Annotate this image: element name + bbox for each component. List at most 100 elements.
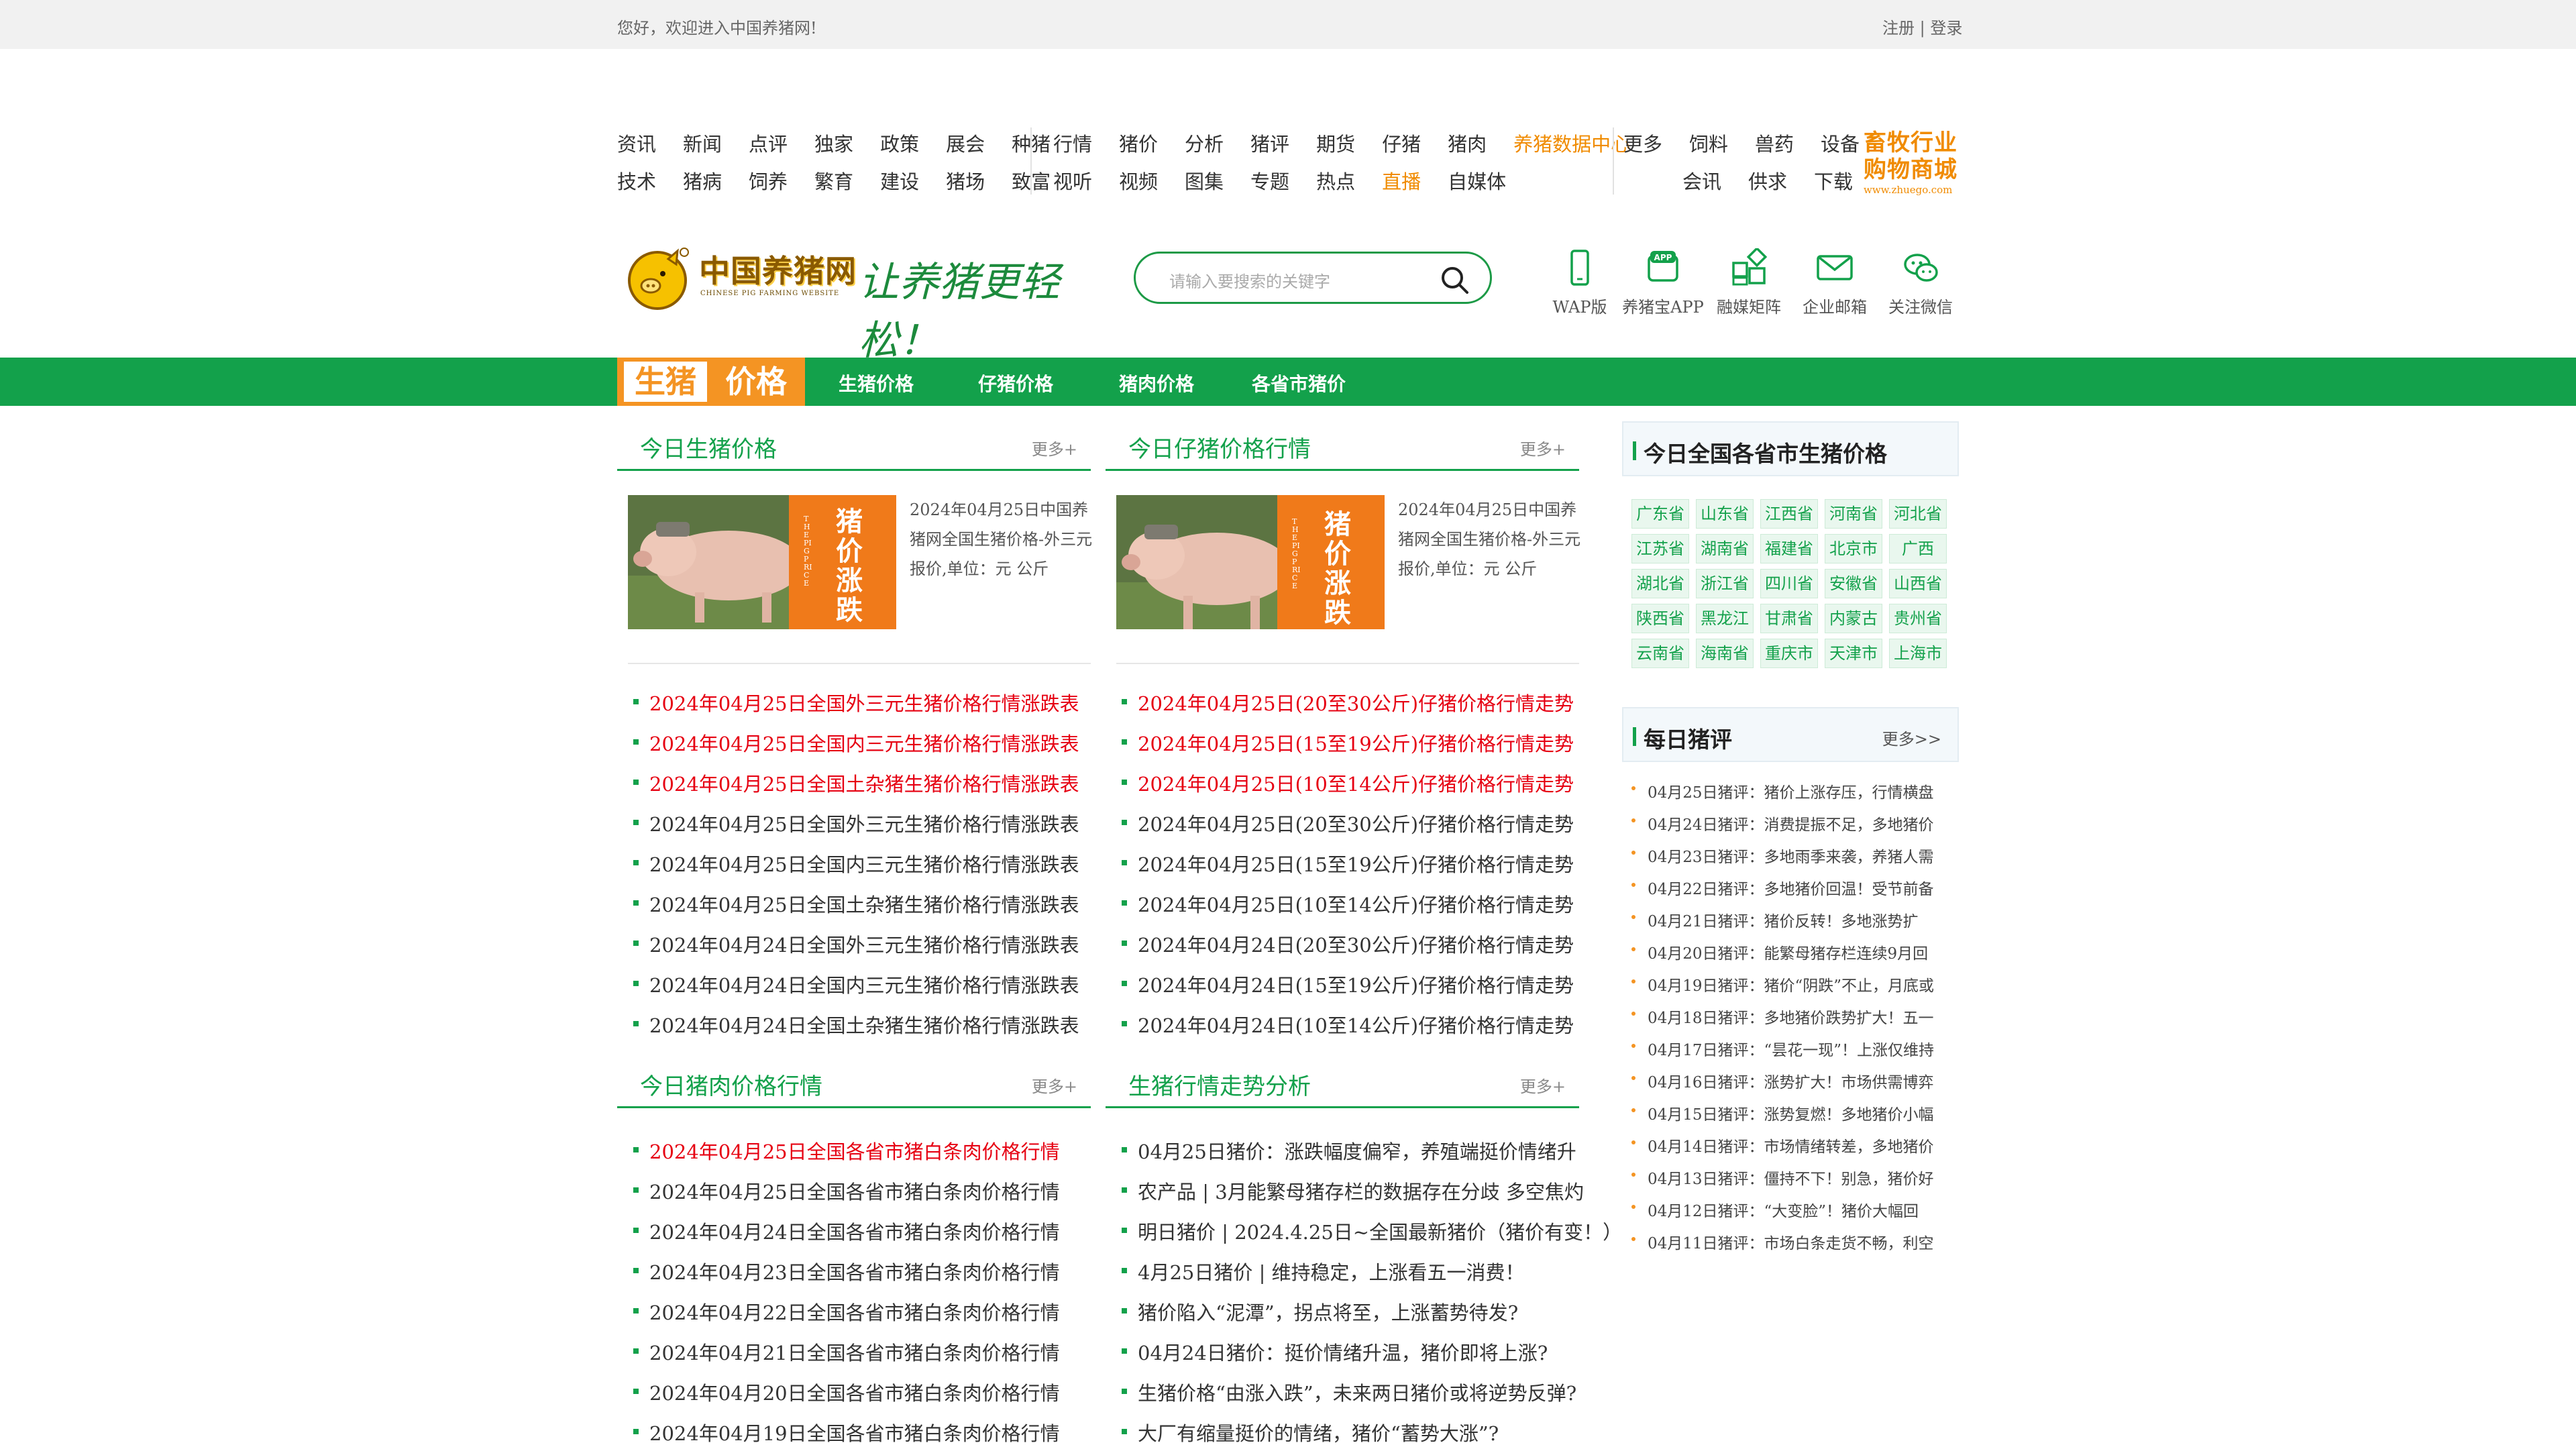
province-link[interactable]: 江西省 [1760,499,1818,529]
list-item[interactable]: 2024年04月25日(20至30公斤)仔猪价格行情走势 [1122,805,1578,845]
site-logo[interactable]: 中国养猪网 CHINESE PIG FARMING WEBSITE 让养猪更轻松… [624,241,1087,364]
province-link[interactable]: 云南省 [1631,639,1689,668]
list-item[interactable]: 2024年04月24日(10至14公斤)仔猪价格行情走势 [1122,1006,1578,1046]
pig-price-image[interactable]: 猪价涨跌 THE PIG PRICE [628,495,896,629]
province-link[interactable]: 江苏省 [1631,534,1689,564]
nav-link-live[interactable]: 直播 [1382,166,1421,195]
list-item[interactable]: 2024年04月25日全国内三元生猪价格行情涨跌表 [633,724,1089,765]
list-item[interactable]: 猪价陷入“泥潭”，拐点将至，上涨蓄势待发? [1122,1293,1585,1334]
province-link[interactable]: 山西省 [1889,569,1947,598]
comment-item[interactable]: 04月15日猪评：涨势复燃！多地猪价小幅 [1631,1096,1947,1128]
nav-link[interactable]: 饲料 [1689,129,1728,157]
list-item[interactable]: 2024年04月25日全国土杂猪生猪价格行情涨跌表 [633,885,1089,926]
comment-item[interactable]: 04月17日猪评：“昙花一现”！上涨仅维持 [1631,1032,1947,1064]
tool-app[interactable]: APP 养猪宝APP [1619,248,1707,317]
nav-link[interactable]: 行情 [1053,129,1092,157]
search-icon[interactable] [1439,264,1470,295]
list-item[interactable]: 生猪价格“由涨入跌”，未来两日猪价或将逆势反弹? [1122,1374,1585,1414]
province-link[interactable]: 内蒙古 [1825,604,1882,633]
list-item[interactable]: 农产品 | 3月能繁母猪存栏的数据存在分歧 多空焦灼 [1122,1173,1585,1213]
nav-link[interactable]: 政策 [880,129,919,157]
nav-link[interactable]: 猪价 [1119,129,1158,157]
comment-item[interactable]: 04月13日猪评：僵持不下！别急，猪价好 [1631,1161,1947,1193]
more-link[interactable]: 更多+ [1032,1073,1077,1097]
list-item[interactable]: 2024年04月25日(20至30公斤)仔猪价格行情走势 [1122,684,1578,724]
comment-item[interactable]: 04月20日猪评：能繁母猪存栏连续9月回 [1631,935,1947,967]
list-item[interactable]: 2024年04月25日全国内三元生猪价格行情涨跌表 [633,845,1089,885]
login-link[interactable]: 登录 [1930,19,1962,38]
nav-link[interactable]: 更多 [1623,129,1662,157]
comment-item[interactable]: 04月19日猪评：猪价“阴跌”不止，月底或 [1631,967,1947,1000]
nav-link[interactable]: 猪场 [946,166,985,195]
list-item[interactable]: 2024年04月25日(15至19公斤)仔猪价格行情走势 [1122,724,1578,765]
tool-wap[interactable]: WAP版 [1536,248,1623,317]
search-box[interactable]: 请输入要搜索的关键字 [1134,252,1492,304]
list-item[interactable]: 2024年04月22日全国各省市猪白条肉价格行情 [633,1293,1089,1334]
comment-item[interactable]: 04月23日猪评：多地雨季来袭，养猪人需 [1631,839,1947,871]
list-item[interactable]: 2024年04月21日全国各省市猪白条肉价格行情 [633,1334,1089,1374]
list-item[interactable]: 2024年04月24日全国外三元生猪价格行情涨跌表 [633,926,1089,966]
search-input[interactable]: 请输入要搜索的关键字 [1169,268,1330,292]
province-link[interactable]: 甘肃省 [1760,604,1818,633]
list-item[interactable]: 2024年04月25日全国各省市猪白条肉价格行情 [633,1173,1089,1213]
nav-link[interactable]: 设备 [1821,129,1860,157]
comment-item[interactable]: 04月18日猪评：多地猪价跌势扩大！五一 [1631,1000,1947,1032]
price-menu-piglet[interactable]: 仔猪价格 [978,370,1053,396]
summary-text[interactable]: 2024年04月25日中国养猪网全国生猪价格-外三元报价,单位：元 公斤 [1398,495,1583,584]
list-item[interactable]: 2024年04月25日全国外三元生猪价格行情涨跌表 [633,805,1089,845]
list-item[interactable]: 大厂有缩量挺价的情绪，猪价“蓄势大涨”? [1122,1414,1585,1449]
nav-link[interactable]: 猪评 [1250,129,1289,157]
register-link[interactable]: 注册 [1882,19,1915,38]
nav-link[interactable]: 技术 [617,166,656,195]
province-link[interactable]: 四川省 [1760,569,1818,598]
province-link[interactable]: 上海市 [1889,639,1947,668]
nav-link[interactable]: 供求 [1748,166,1787,195]
list-item[interactable]: 04月25日猪价：涨跌幅度偏窄，养殖端挺价情绪升 [1122,1132,1585,1173]
list-item[interactable]: 2024年04月24日全国各省市猪白条肉价格行情 [633,1213,1089,1253]
list-item[interactable]: 2024年04月23日全国各省市猪白条肉价格行情 [633,1253,1089,1293]
nav-link[interactable]: 猪病 [683,166,722,195]
province-link[interactable]: 广西 [1889,534,1947,564]
piglet-price-image[interactable]: 猪价涨跌 THE PIG PRICE [1116,495,1385,629]
list-item[interactable]: 2024年04月24日全国土杂猪生猪价格行情涨跌表 [633,1006,1089,1046]
province-link[interactable]: 贵州省 [1889,604,1947,633]
price-menu-province[interactable]: 各省市猪价 [1252,370,1346,396]
comment-item[interactable]: 04月11日猪评：市场白条走货不畅，利空 [1631,1225,1947,1257]
nav-link[interactable]: 专题 [1250,166,1289,195]
province-link[interactable]: 陕西省 [1631,604,1689,633]
province-link[interactable]: 安徽省 [1825,569,1882,598]
summary-text[interactable]: 2024年04月25日中国养猪网全国生猪价格-外三元报价,单位：元 公斤 [910,495,1095,584]
list-item[interactable]: 2024年04月19日全国各省市猪白条肉价格行情 [633,1414,1089,1449]
province-link[interactable]: 重庆市 [1760,639,1818,668]
province-link[interactable]: 广东省 [1631,499,1689,529]
province-link[interactable]: 湖北省 [1631,569,1689,598]
price-menu-pork[interactable]: 猪肉价格 [1119,370,1194,396]
mall-logo[interactable]: 畜牧行业 购物商城 www.zhuego.com [1864,129,1959,199]
province-link[interactable]: 北京市 [1825,534,1882,564]
more-link[interactable]: 更多>> [1882,726,1941,749]
province-link[interactable]: 山东省 [1696,499,1754,529]
province-link[interactable]: 河北省 [1889,499,1947,529]
more-link[interactable]: 更多+ [1032,436,1077,460]
list-item[interactable]: 明日猪价 | 2024.4.25日~全国最新猪价（猪价有变！） [1122,1213,1622,1253]
nav-link[interactable]: 热点 [1316,166,1355,195]
comment-item[interactable]: 04月24日猪评：消费提振不足，多地猪价 [1631,806,1947,839]
tool-media[interactable]: 融媒矩阵 [1705,248,1792,317]
nav-link[interactable]: 视频 [1119,166,1158,195]
tool-mail[interactable]: 企业邮箱 [1791,248,1878,317]
comment-item[interactable]: 04月16日猪评：涨势扩大！市场供需博弈 [1631,1064,1947,1096]
comment-item[interactable]: 04月25日猪评：猪价上涨存压，行情横盘 [1631,774,1947,806]
comment-item[interactable]: 04月21日猪评：猪价反转！多地涨势扩 [1631,903,1947,935]
list-item[interactable]: 4月25日猪价 | 维持稳定，上涨看五一消费！ [1122,1253,1585,1293]
nav-link-self-media[interactable]: 自媒体 [1448,166,1506,195]
province-link[interactable]: 天津市 [1825,639,1882,668]
comment-item[interactable]: 04月12日猪评：“大变脸”！猪价大幅回 [1631,1193,1947,1225]
nav-link[interactable]: 展会 [946,129,985,157]
list-item[interactable]: 2024年04月25日全国土杂猪生猪价格行情涨跌表 [633,765,1089,805]
province-link[interactable]: 福建省 [1760,534,1818,564]
nav-link[interactable]: 饲养 [749,166,788,195]
comment-item[interactable]: 04月22日猪评：多地猪价回温！受节前备 [1631,871,1947,903]
nav-link[interactable]: 期货 [1316,129,1355,157]
nav-link[interactable]: 分析 [1185,129,1224,157]
list-item[interactable]: 2024年04月25日(15至19公斤)仔猪价格行情走势 [1122,845,1578,885]
